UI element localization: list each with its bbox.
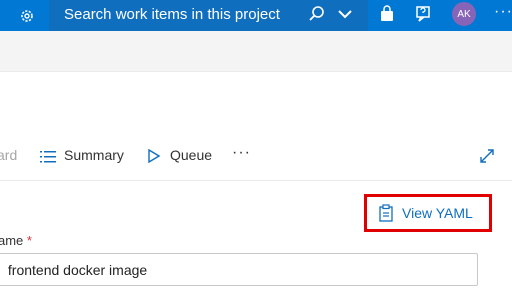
search-input[interactable]: Search work items in this project <box>64 6 280 23</box>
search-box[interactable]: Search work items in this project <box>49 0 368 31</box>
play-icon <box>148 148 161 164</box>
view-yaml-button[interactable]: View YAML <box>374 201 473 225</box>
marketplace-bag-icon[interactable] <box>377 4 397 24</box>
name-label-text: ame <box>0 233 24 248</box>
tab-cut-off[interactable]: ard <box>0 147 17 163</box>
more-options-icon[interactable]: ··· <box>494 3 512 21</box>
secondary-header-bar <box>0 31 512 72</box>
help-feedback-icon[interactable] <box>413 4 433 24</box>
view-yaml-label: View YAML <box>402 205 473 221</box>
tab-queue[interactable]: Queue <box>170 147 212 163</box>
expand-icon[interactable] <box>479 148 495 164</box>
search-icon[interactable] <box>307 4 327 24</box>
name-field-label: ame * <box>0 233 32 248</box>
settings-gear-icon[interactable] <box>14 0 40 31</box>
user-avatar[interactable]: AK <box>452 2 476 26</box>
chevron-down-icon[interactable] <box>336 5 354 23</box>
required-marker: * <box>26 233 32 248</box>
clipboard-icon <box>378 204 394 222</box>
summary-list-icon <box>40 150 56 163</box>
toolbar-divider <box>0 180 512 181</box>
more-actions-icon[interactable]: ··· <box>232 144 251 162</box>
pipeline-name-input[interactable] <box>0 253 478 286</box>
tab-summary[interactable]: Summary <box>64 147 124 163</box>
top-navigation-bar: Search work items in this project AK ··· <box>0 0 512 31</box>
